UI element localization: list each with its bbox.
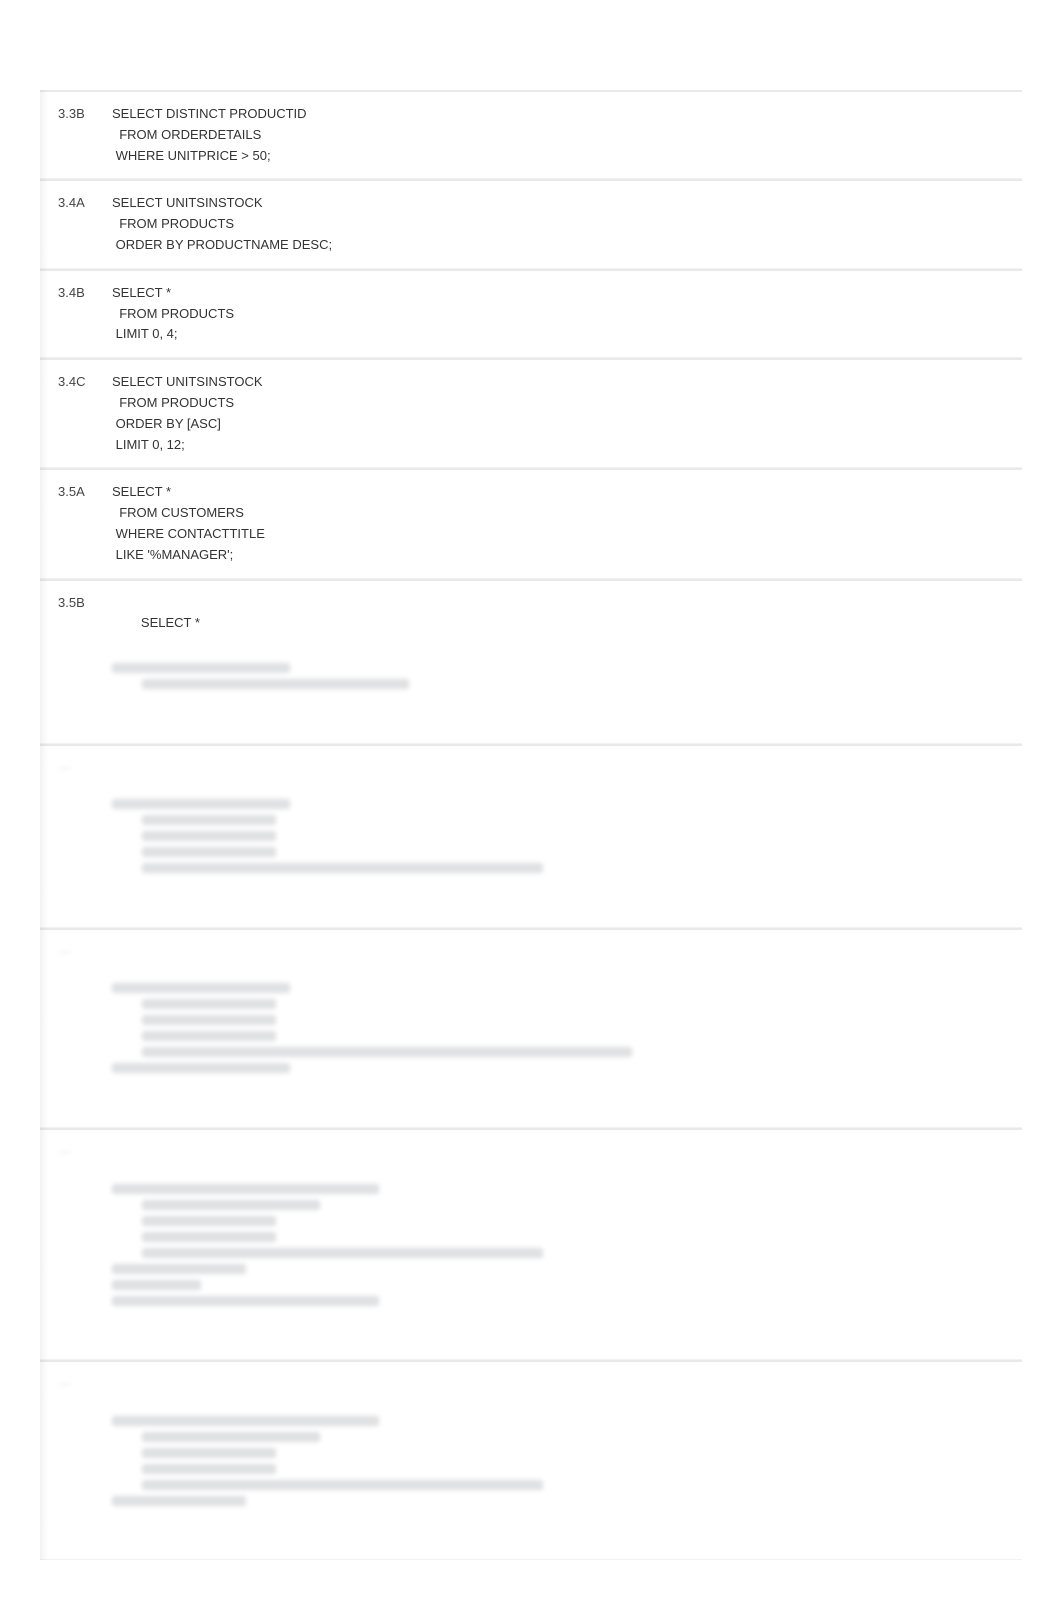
query-id: 3.4A (40, 191, 110, 257)
query-id: 3.5A (40, 480, 110, 567)
query-list: 3.3B SELECT DISTINCT PRODUCTID FROM ORDE… (40, 90, 1022, 1560)
query-code: SELECT * FROM CUSTOMERS WHERE CONTACTTIT… (110, 480, 1010, 567)
query-row: 3.4B SELECT * FROM PRODUCTS LIMIT 0, 4; (40, 269, 1022, 358)
query-code-obscured (110, 1140, 1010, 1349)
query-row: 3.4C SELECT UNITSINSTOCK FROM PRODUCTS O… (40, 358, 1022, 468)
query-id-obscured: ··· (40, 940, 110, 1117)
query-code: SELECT * (110, 591, 1010, 733)
query-id-obscured: ··· (40, 1140, 110, 1349)
query-id: 3.4C (40, 370, 110, 457)
query-code-obscured (110, 756, 1010, 917)
query-id-obscured: ··· (40, 756, 110, 917)
query-row-obscured: ··· (40, 928, 1022, 1128)
query-code-obscured (110, 940, 1010, 1117)
query-row: 3.5A SELECT * FROM CUSTOMERS WHERE CONTA… (40, 468, 1022, 578)
query-row: 3.5B SELECT * (40, 579, 1022, 744)
query-code: SELECT UNITSINSTOCK FROM PRODUCTS ORDER … (110, 370, 1010, 457)
query-row-obscured: ··· (40, 1128, 1022, 1360)
query-id: 3.5B (40, 591, 110, 733)
query-row-obscured: ··· (40, 1360, 1022, 1560)
query-row: 3.3B SELECT DISTINCT PRODUCTID FROM ORDE… (40, 90, 1022, 179)
query-id-obscured: ··· (40, 1372, 110, 1549)
query-row: 3.4A SELECT UNITSINSTOCK FROM PRODUCTS O… (40, 179, 1022, 268)
query-id: 3.3B (40, 102, 110, 168)
query-code-line: SELECT * (141, 615, 200, 630)
query-id: 3.4B (40, 281, 110, 347)
query-row-obscured: ··· (40, 744, 1022, 928)
query-code: SELECT UNITSINSTOCK FROM PRODUCTS ORDER … (110, 191, 1010, 257)
query-code-obscured (110, 1372, 1010, 1549)
document-page: 3.3B SELECT DISTINCT PRODUCTID FROM ORDE… (0, 0, 1062, 1600)
query-code: SELECT * FROM PRODUCTS LIMIT 0, 4; (110, 281, 1010, 347)
query-code: SELECT DISTINCT PRODUCTID FROM ORDERDETA… (110, 102, 1010, 168)
